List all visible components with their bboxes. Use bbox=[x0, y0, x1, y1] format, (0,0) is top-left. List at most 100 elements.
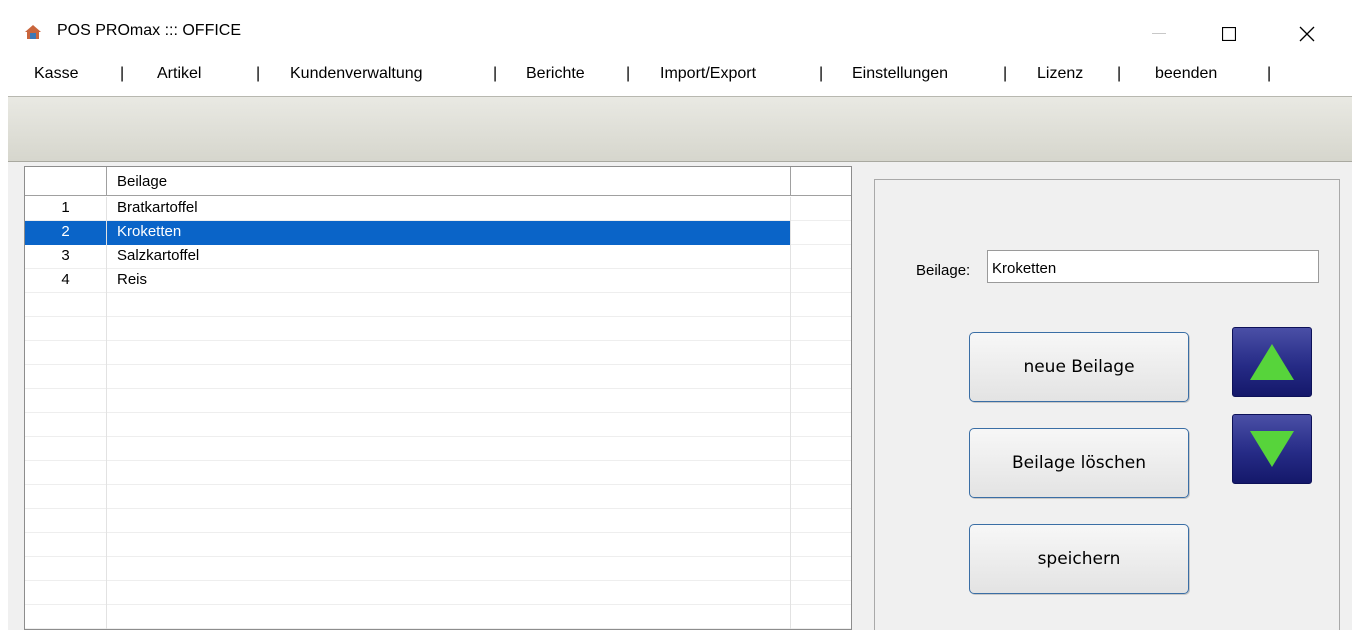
table-row[interactable] bbox=[25, 461, 851, 485]
beilage-input[interactable] bbox=[987, 250, 1319, 283]
close-button[interactable] bbox=[1284, 14, 1330, 54]
grid-header: Beilage bbox=[25, 167, 851, 196]
table-row[interactable] bbox=[25, 341, 851, 365]
menu-import-export[interactable]: Import/Export bbox=[660, 65, 756, 83]
extra-cell bbox=[791, 509, 851, 533]
maximize-button[interactable] bbox=[1206, 14, 1252, 54]
row-number-cell bbox=[25, 461, 107, 485]
table-row[interactable] bbox=[25, 365, 851, 389]
extra-cell bbox=[791, 197, 851, 221]
maximize-icon bbox=[1222, 27, 1236, 41]
table-row[interactable] bbox=[25, 557, 851, 581]
menu-separator: | bbox=[626, 65, 631, 82]
menu-kasse[interactable]: Kasse bbox=[34, 65, 78, 83]
menu-separator: | bbox=[1117, 65, 1122, 82]
menu-separator: | bbox=[120, 65, 125, 82]
menu-separator: | bbox=[1267, 65, 1272, 82]
row-number-cell bbox=[25, 293, 107, 317]
row-number-cell bbox=[25, 341, 107, 365]
row-number-cell bbox=[25, 533, 107, 557]
beilage-cell: Salzkartoffel bbox=[107, 245, 791, 269]
column-header-index[interactable] bbox=[25, 167, 107, 196]
row-number-cell bbox=[25, 557, 107, 581]
beilage-cell bbox=[107, 485, 791, 509]
extra-cell bbox=[791, 245, 851, 269]
row-number-cell: 1 bbox=[25, 197, 107, 221]
extra-cell bbox=[791, 341, 851, 365]
title-bar: POS PROmax ::: OFFICE bbox=[0, 0, 1352, 60]
table-row[interactable]: 3 Salzkartoffel bbox=[25, 245, 851, 269]
menu-kundenverwaltung[interactable]: Kundenverwaltung bbox=[290, 65, 423, 83]
extra-cell bbox=[791, 389, 851, 413]
row-number-cell: 2 bbox=[25, 221, 107, 245]
delete-beilage-button[interactable]: Beilage löschen bbox=[969, 428, 1189, 498]
beilage-cell bbox=[107, 533, 791, 557]
beilage-cell bbox=[107, 365, 791, 389]
table-row[interactable] bbox=[25, 293, 851, 317]
beilage-label: Beilage: bbox=[916, 262, 971, 279]
window-title: POS PROmax ::: OFFICE bbox=[57, 22, 242, 39]
beilage-cell bbox=[107, 557, 791, 581]
beilage-cell bbox=[107, 605, 791, 629]
table-row[interactable] bbox=[25, 413, 851, 437]
menu-einstellungen[interactable]: Einstellungen bbox=[852, 65, 948, 83]
table-row[interactable] bbox=[25, 533, 851, 557]
row-number-cell bbox=[25, 389, 107, 413]
menu-beenden[interactable]: beenden bbox=[1155, 65, 1217, 83]
extra-cell bbox=[791, 317, 851, 341]
minimize-icon bbox=[1152, 33, 1166, 34]
menu-bar: Kasse | Artikel | Kundenverwaltung | Ber… bbox=[0, 60, 1352, 92]
table-row[interactable] bbox=[25, 317, 851, 341]
row-number-cell bbox=[25, 581, 107, 605]
row-number-cell: 3 bbox=[25, 245, 107, 269]
table-row[interactable]: 4 Reis bbox=[25, 269, 851, 293]
extra-cell bbox=[791, 557, 851, 581]
table-row[interactable] bbox=[25, 485, 851, 509]
row-number-cell bbox=[25, 317, 107, 341]
table-row[interactable] bbox=[25, 509, 851, 533]
beilage-cell bbox=[107, 389, 791, 413]
table-row[interactable] bbox=[25, 581, 851, 605]
new-beilage-button[interactable]: neue Beilage bbox=[969, 332, 1189, 402]
row-number-cell bbox=[25, 413, 107, 437]
menu-lizenz[interactable]: Lizenz bbox=[1037, 65, 1083, 83]
move-down-button[interactable] bbox=[1232, 414, 1312, 484]
menu-separator: | bbox=[493, 65, 498, 82]
beilage-cell bbox=[107, 317, 791, 341]
menu-berichte[interactable]: Berichte bbox=[526, 65, 585, 83]
arrow-up-icon bbox=[1250, 344, 1294, 380]
save-button[interactable]: speichern bbox=[969, 524, 1189, 594]
beilage-cell bbox=[107, 461, 791, 485]
table-row[interactable]: 1 Bratkartoffel bbox=[25, 197, 851, 221]
table-row[interactable] bbox=[25, 437, 851, 461]
toolbar bbox=[8, 96, 1352, 162]
menu-separator: | bbox=[256, 65, 261, 82]
row-number-cell bbox=[25, 509, 107, 533]
extra-cell bbox=[791, 533, 851, 557]
move-up-button[interactable] bbox=[1232, 327, 1312, 397]
close-icon bbox=[1299, 26, 1315, 42]
arrow-down-icon bbox=[1250, 431, 1294, 467]
beilage-cell: Reis bbox=[107, 269, 791, 293]
row-number-cell bbox=[25, 605, 107, 629]
table-row[interactable]: 2 Kroketten bbox=[25, 221, 851, 245]
beilage-grid[interactable]: Beilage 1 Bratkartoffel 2 Kroketten 3 Salzkar… bbox=[24, 166, 852, 630]
beilage-cell bbox=[107, 509, 791, 533]
extra-cell bbox=[791, 461, 851, 485]
beilage-cell bbox=[107, 341, 791, 365]
column-header-beilage[interactable]: Beilage bbox=[107, 167, 791, 196]
extra-cell bbox=[791, 605, 851, 629]
beilage-cell: Kroketten bbox=[107, 221, 791, 245]
extra-cell bbox=[791, 413, 851, 437]
row-number-cell: 4 bbox=[25, 269, 107, 293]
beilage-cell bbox=[107, 437, 791, 461]
extra-cell bbox=[791, 221, 851, 245]
beilage-cell: Bratkartoffel bbox=[107, 197, 791, 221]
menu-artikel[interactable]: Artikel bbox=[157, 65, 201, 83]
extra-cell bbox=[791, 269, 851, 293]
column-header-extra[interactable] bbox=[791, 167, 851, 196]
table-row[interactable] bbox=[25, 389, 851, 413]
minimize-button[interactable] bbox=[1136, 14, 1182, 54]
extra-cell bbox=[791, 485, 851, 509]
table-row[interactable] bbox=[25, 605, 851, 629]
